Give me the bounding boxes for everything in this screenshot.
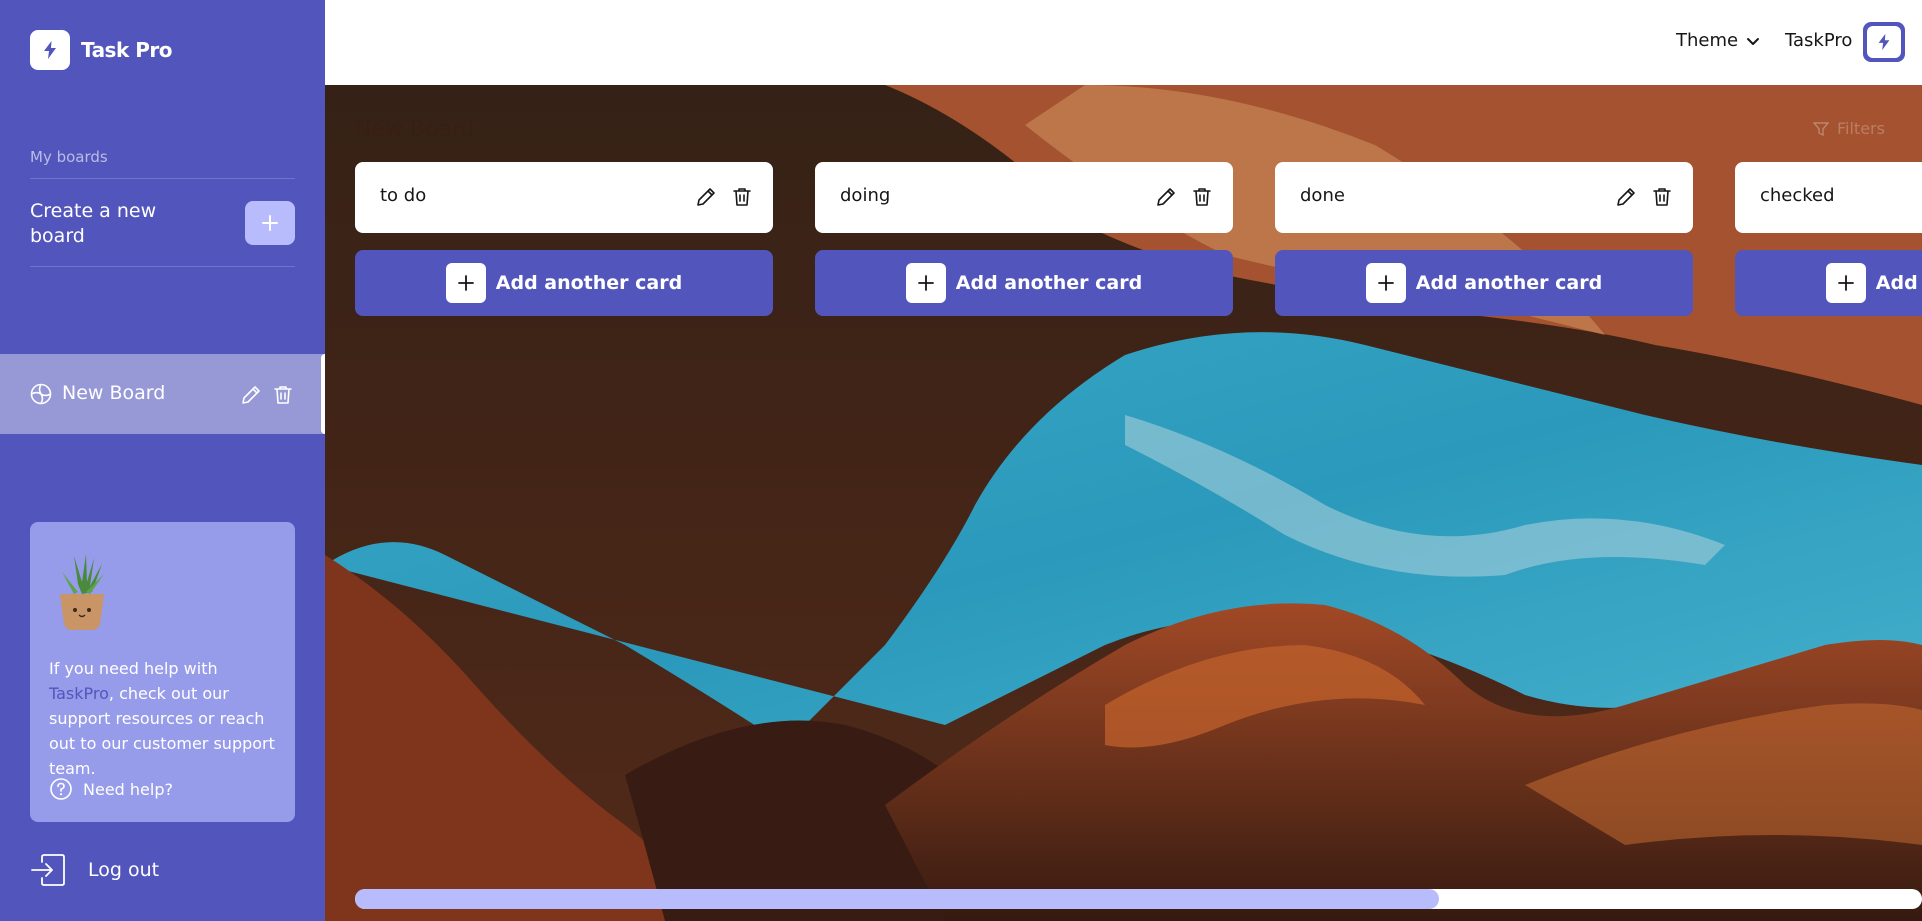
app-name: Task Pro: [81, 38, 173, 62]
column-header: checked: [1735, 162, 1922, 233]
help-text: If you need help with TaskPro, check out…: [49, 656, 277, 781]
add-card-label: Add another card: [495, 272, 683, 294]
lightning-icon: [1878, 33, 1890, 51]
scrollbar-thumb[interactable]: [355, 889, 1439, 909]
plus-icon: [262, 215, 278, 231]
column-header: done: [1275, 162, 1693, 233]
add-card-button[interactable]: Add another card: [815, 250, 1233, 316]
help-card: If you need help with TaskPro, check out…: [30, 522, 295, 822]
trash-icon[interactable]: [1191, 186, 1213, 208]
puzzle-icon: [30, 383, 52, 405]
board-title: New Board: [355, 117, 475, 142]
horizontal-scrollbar[interactable]: [355, 889, 1922, 909]
column-title: checked: [1760, 185, 1835, 206]
theme-dropdown[interactable]: Theme: [1676, 30, 1760, 51]
create-board-label: Create a new board: [30, 200, 157, 247]
taskpro-link[interactable]: TaskPro: [49, 684, 109, 703]
need-help-button[interactable]: Need help?: [49, 777, 173, 801]
need-help-label: Need help?: [83, 779, 173, 799]
column-title: to do: [380, 185, 427, 206]
trash-icon[interactable]: [1651, 186, 1673, 208]
add-card-button[interactable]: Add another card: [1275, 250, 1693, 316]
sidebar: Task Pro My boards Create a new board Ne…: [0, 0, 325, 921]
top-header: Theme TaskPro: [325, 0, 1922, 85]
plus-icon: [1365, 263, 1406, 303]
column-title: done: [1300, 185, 1345, 206]
add-card-label: Add another card: [1875, 272, 1922, 294]
user-name: TaskPro: [1785, 30, 1853, 51]
pencil-icon[interactable]: [1615, 186, 1637, 208]
filters-label: Filters: [1837, 119, 1885, 138]
app-logo[interactable]: Task Pro: [30, 30, 173, 70]
pencil-icon[interactable]: [1155, 186, 1177, 208]
add-card-label: Add another card: [955, 272, 1143, 294]
column-header: to do: [355, 162, 773, 233]
column-header: doing: [815, 162, 1233, 233]
sidebar-item-label: New Board: [62, 382, 166, 404]
chevron-down-icon: [1747, 37, 1760, 45]
help-text-intro: If you need help with: [49, 659, 218, 678]
pencil-icon[interactable]: [695, 186, 717, 208]
add-card-button[interactable]: Add another card: [1735, 250, 1922, 316]
lightning-icon: [30, 30, 70, 70]
create-board-button[interactable]: [245, 201, 295, 245]
trash-icon[interactable]: [731, 186, 753, 208]
column-title: doing: [840, 185, 891, 206]
plus-icon: [1825, 263, 1866, 303]
logout-icon: [31, 854, 65, 886]
logout-label: Log out: [88, 859, 160, 881]
question-circle-icon: [50, 778, 72, 800]
add-card-label: Add another card: [1415, 272, 1603, 294]
logout-button[interactable]: Log out: [30, 853, 159, 887]
filter-icon: [1813, 121, 1829, 136]
my-boards-label: My boards: [30, 148, 108, 166]
avatar[interactable]: [1863, 22, 1905, 62]
sidebar-item-new-board[interactable]: New Board: [0, 354, 325, 434]
filters-button[interactable]: Filters: [1813, 119, 1885, 138]
add-card-button[interactable]: Add another card: [355, 250, 773, 316]
cactus-plant-image: [60, 554, 104, 630]
board-area: New Board Filters to do Add another card…: [325, 85, 1922, 921]
plus-icon: [445, 263, 486, 303]
theme-label: Theme: [1676, 30, 1739, 51]
plus-icon: [905, 263, 946, 303]
trash-icon[interactable]: [272, 384, 294, 406]
create-board-section: Create a new board: [30, 178, 295, 267]
pencil-icon[interactable]: [240, 384, 262, 406]
